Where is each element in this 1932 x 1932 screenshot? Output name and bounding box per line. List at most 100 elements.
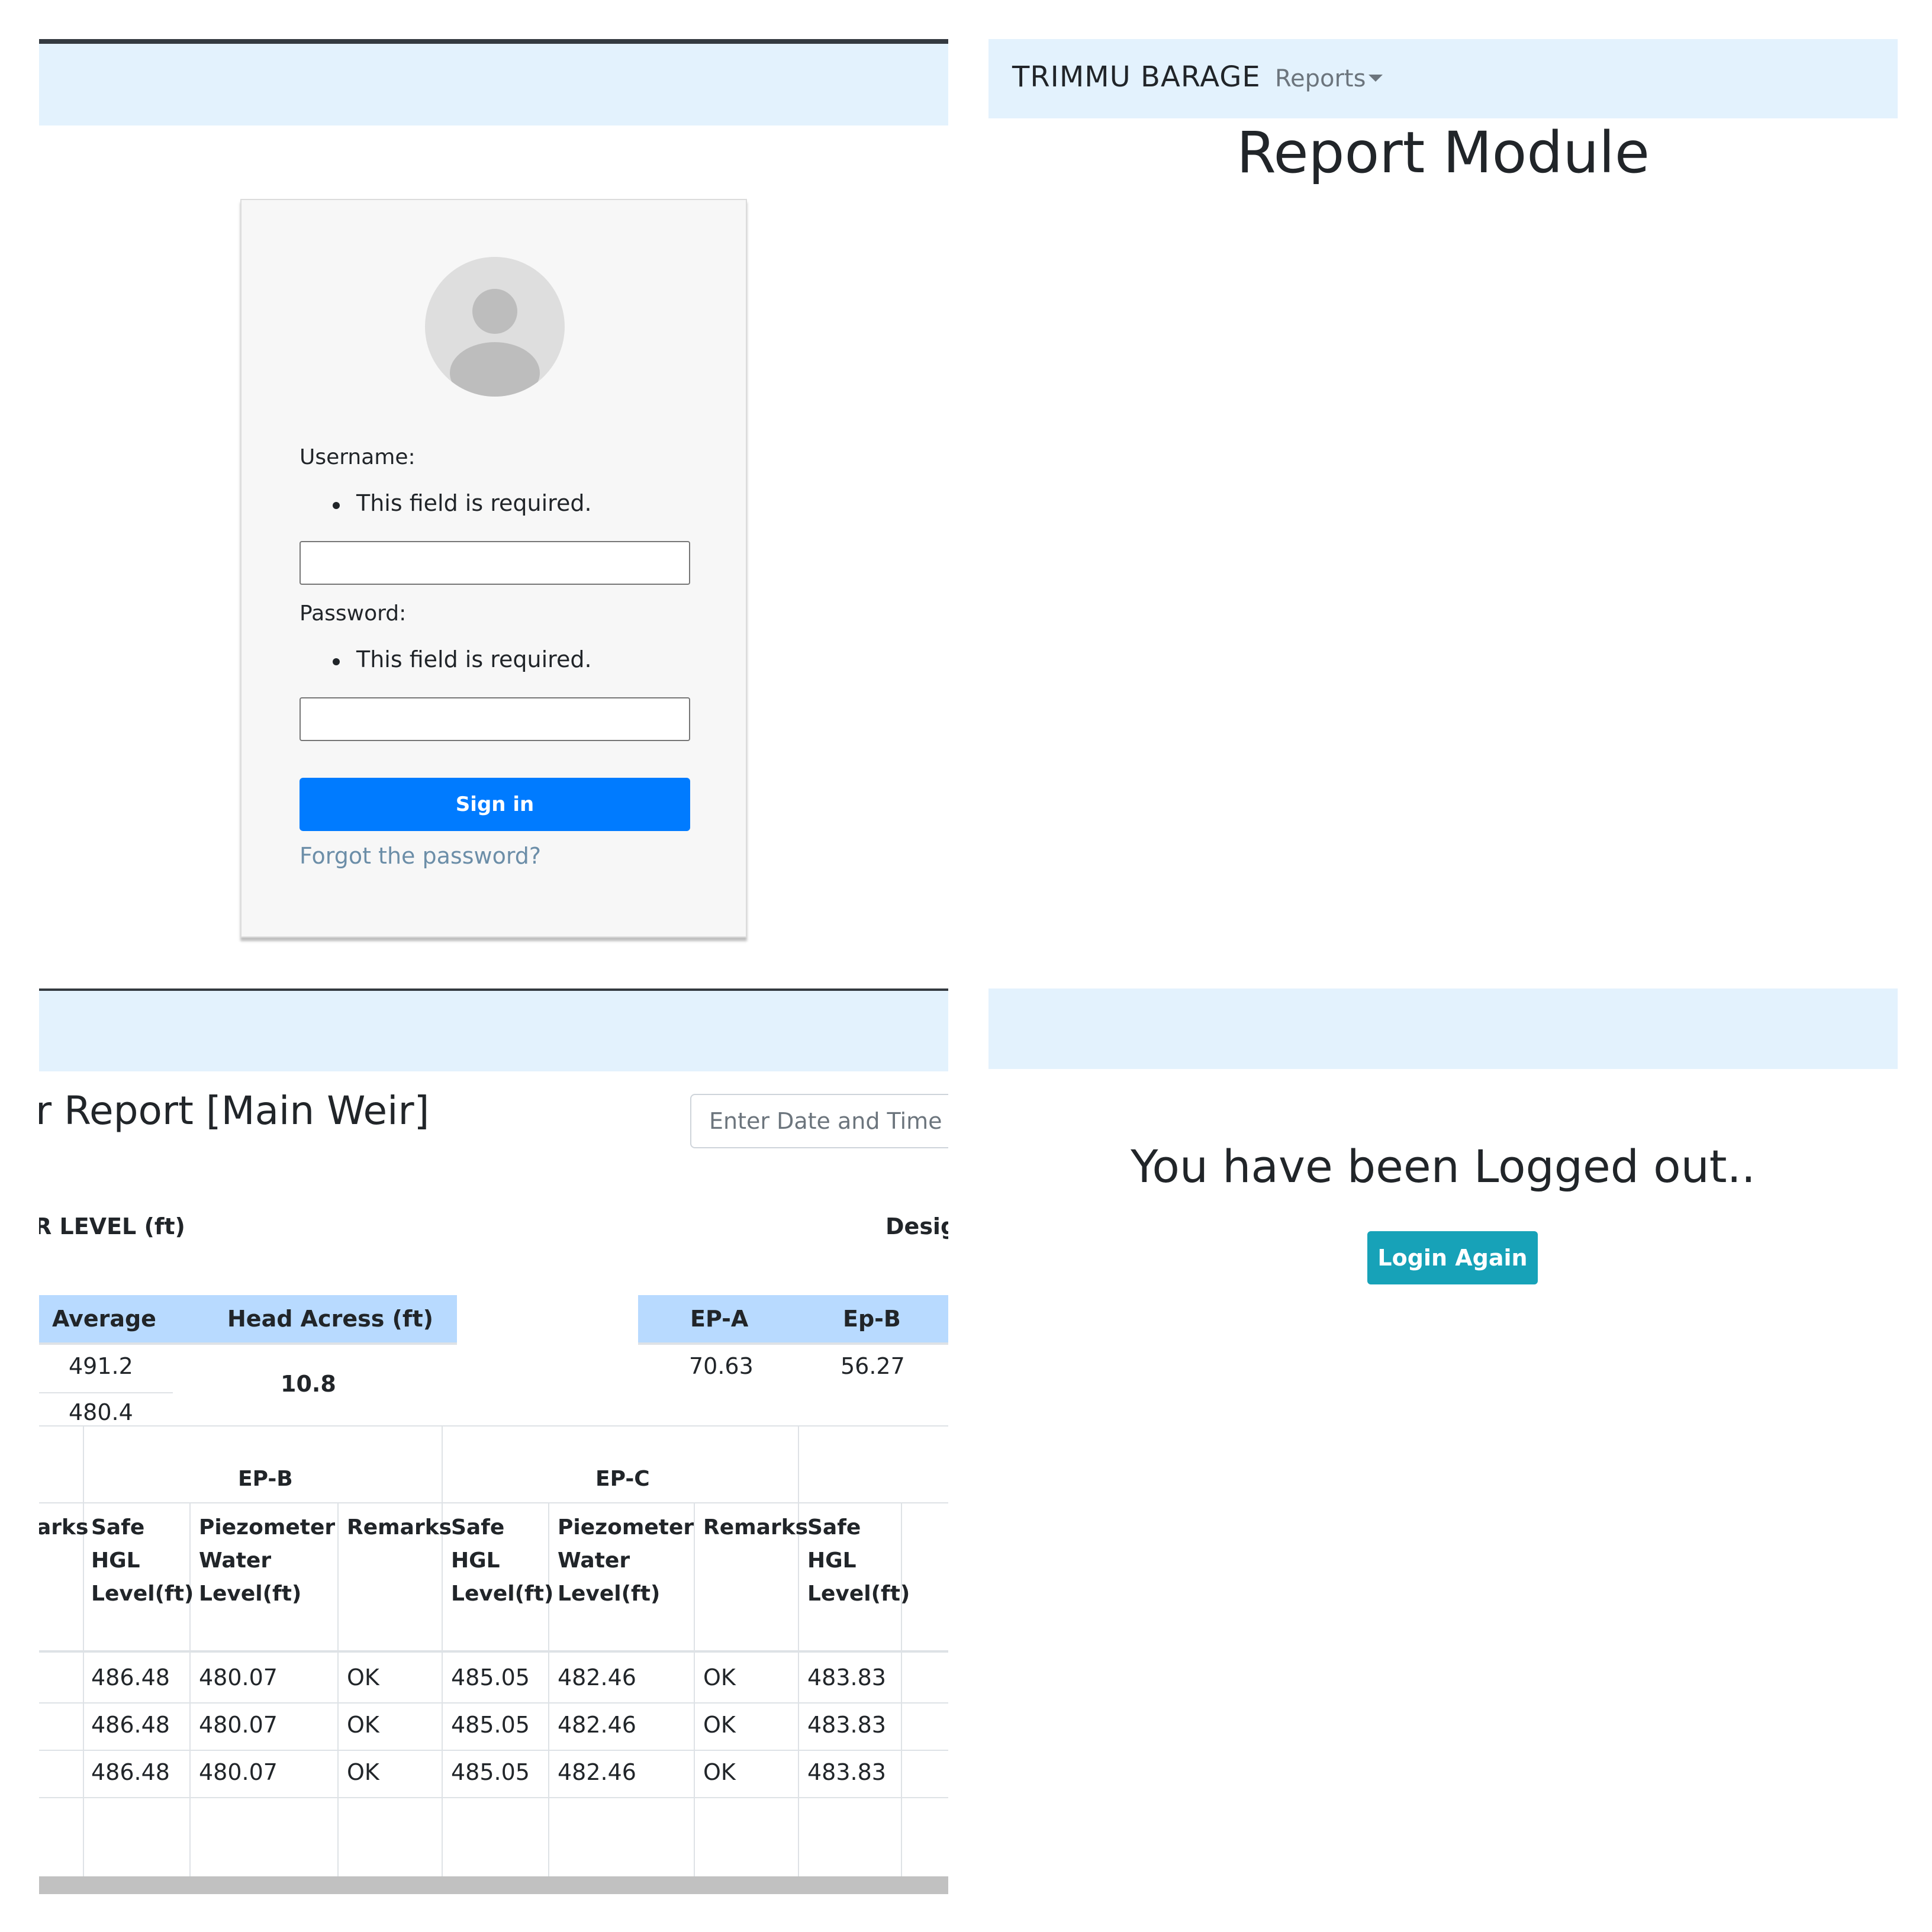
bullet-icon [333, 502, 340, 509]
report-module-panel: TRIMMU BARAGE Reports Report Module [988, 39, 1898, 948]
cell-piezo-epc: 482.46 [558, 1664, 636, 1690]
col-divider [337, 1502, 339, 1876]
navbar: TRIMMU BARAGE Reports [988, 39, 1898, 118]
password-label: Password: [300, 601, 407, 626]
report-title: r Report [Main Weir] [39, 1088, 430, 1134]
reports-dropdown[interactable]: Reports [1275, 65, 1366, 92]
ep-b-value: 56.27 [841, 1353, 905, 1379]
col-safe-hgl-3c: Level(ft) [807, 1582, 910, 1606]
col-piezo-1c: Level(ft) [199, 1582, 302, 1606]
login-panel: Username: This field is required. Passwo… [39, 39, 948, 948]
col-ep-b: Ep-B [843, 1306, 901, 1332]
horizontal-scrollbar[interactable] [39, 1876, 948, 1894]
cell-piezo-epc: 482.46 [558, 1759, 636, 1785]
page-title: Report Module [1237, 120, 1650, 186]
col-safe-hgl-2: Safe [451, 1515, 505, 1540]
username-label: Username: [300, 445, 416, 469]
password-input[interactable] [300, 697, 690, 741]
col-safe-hgl-1c: Level(ft) [91, 1582, 194, 1606]
col-piezo-2b: Water [558, 1548, 630, 1573]
cell-safe-epb: 486.48 [91, 1712, 170, 1738]
cell-safe-epb: 486.48 [91, 1759, 170, 1785]
water-level-heading: R LEVEL (ft) [39, 1213, 185, 1239]
col-safe-hgl-2c: Level(ft) [451, 1582, 554, 1606]
col-head-acress: Head Acress (ft) [227, 1306, 433, 1332]
cell-remarks-epb: OK [347, 1712, 379, 1738]
cell-safe-next: 483.83 [807, 1712, 886, 1738]
ep-a-value: 70.63 [689, 1353, 754, 1379]
col-safe-hgl-1: Safe [91, 1515, 144, 1540]
logout-panel: You have been Logged out.. Login Again [988, 988, 1898, 1898]
navbar-brand[interactable]: TRIMMU BARAGE [1012, 60, 1261, 94]
col-safe-hgl-3b: HGL [807, 1548, 856, 1573]
cell-piezo-epb: 480.07 [199, 1712, 278, 1738]
col-safe-hgl-2b: HGL [451, 1548, 500, 1573]
average-value-1: 491.2 [69, 1353, 133, 1379]
average-value-2: 480.4 [69, 1399, 133, 1425]
caret-down-icon[interactable] [1368, 75, 1383, 82]
navbar [988, 988, 1898, 1069]
cell-safe-epb: 486.48 [91, 1664, 170, 1690]
col-remarks-1: Remarks [347, 1515, 452, 1540]
col-divider [694, 1502, 695, 1876]
col-remarks-2: Remarks [703, 1515, 809, 1540]
cell-remarks-epc: OK [703, 1759, 736, 1785]
login-again-button[interactable]: Login Again [1367, 1231, 1538, 1284]
divider [39, 1750, 948, 1751]
navbar [39, 44, 948, 125]
username-input[interactable] [300, 541, 690, 585]
cell-safe-epc: 485.05 [451, 1712, 530, 1738]
divider [39, 1392, 173, 1393]
login-card: Username: This field is required. Passwo… [240, 199, 747, 938]
design-heading: Desig [886, 1213, 948, 1239]
col-piezo-2: Piezometer [558, 1515, 694, 1540]
date-time-input[interactable]: Enter Date and Time [690, 1094, 948, 1148]
cell-remarks-epb: OK [347, 1759, 379, 1785]
divider [39, 1702, 948, 1704]
divider [39, 1342, 457, 1345]
col-piezo-1: Piezometer [199, 1515, 336, 1540]
cell-safe-next: 483.83 [807, 1759, 886, 1785]
cell-safe-epc: 485.05 [451, 1759, 530, 1785]
navbar [39, 991, 948, 1071]
sign-in-button[interactable]: Sign in [300, 778, 690, 831]
cell-safe-next: 483.83 [807, 1664, 886, 1690]
col-safe-hgl-3: Safe [807, 1515, 861, 1540]
bullet-icon [333, 658, 340, 665]
username-error-text: This field is required. [356, 490, 592, 516]
top-border [39, 39, 948, 44]
col-ep-a: EP-A [690, 1306, 749, 1332]
col-divider [548, 1502, 549, 1876]
cell-remarks-epc: OK [703, 1712, 736, 1738]
avatar-icon [425, 257, 565, 397]
password-error: This field is required. [300, 646, 592, 672]
forgot-password-link[interactable]: Forgot the password? [300, 843, 541, 869]
password-error-text: This field is required. [356, 646, 592, 672]
ep-table-header [638, 1295, 948, 1344]
divider [39, 1797, 948, 1798]
col-piezo-1b: Water [199, 1548, 272, 1573]
divider [638, 1342, 948, 1345]
divider [39, 1650, 948, 1653]
cell-safe-epc: 485.05 [451, 1664, 530, 1690]
group-ep-c: EP-C [595, 1467, 650, 1491]
col-safe-hgl-1b: HGL [91, 1548, 140, 1573]
cell-piezo-epb: 480.07 [199, 1759, 278, 1785]
head-acress-value: 10.8 [281, 1371, 336, 1397]
table-top-border [39, 1425, 948, 1427]
cell-remarks-epb: OK [347, 1664, 379, 1690]
col-safe-line-1: Safe [91, 1515, 145, 1540]
col-remarks-partial: arks [39, 1515, 89, 1540]
col-piezo-2c: Level(ft) [558, 1582, 661, 1606]
weir-report-panel: r Report [Main Weir] Enter Date and Time… [39, 988, 948, 1898]
cell-piezo-epc: 482.46 [558, 1712, 636, 1738]
cell-piezo-epb: 480.07 [199, 1664, 278, 1690]
divider [39, 1502, 948, 1503]
col-average: Average [52, 1306, 156, 1332]
col-divider [189, 1502, 191, 1876]
col-divider [901, 1502, 902, 1876]
username-error: This field is required. [300, 490, 592, 516]
cell-remarks-epc: OK [703, 1664, 736, 1690]
logout-message: You have been Logged out.. [1131, 1140, 1756, 1193]
group-ep-b: EP-B [238, 1467, 293, 1491]
